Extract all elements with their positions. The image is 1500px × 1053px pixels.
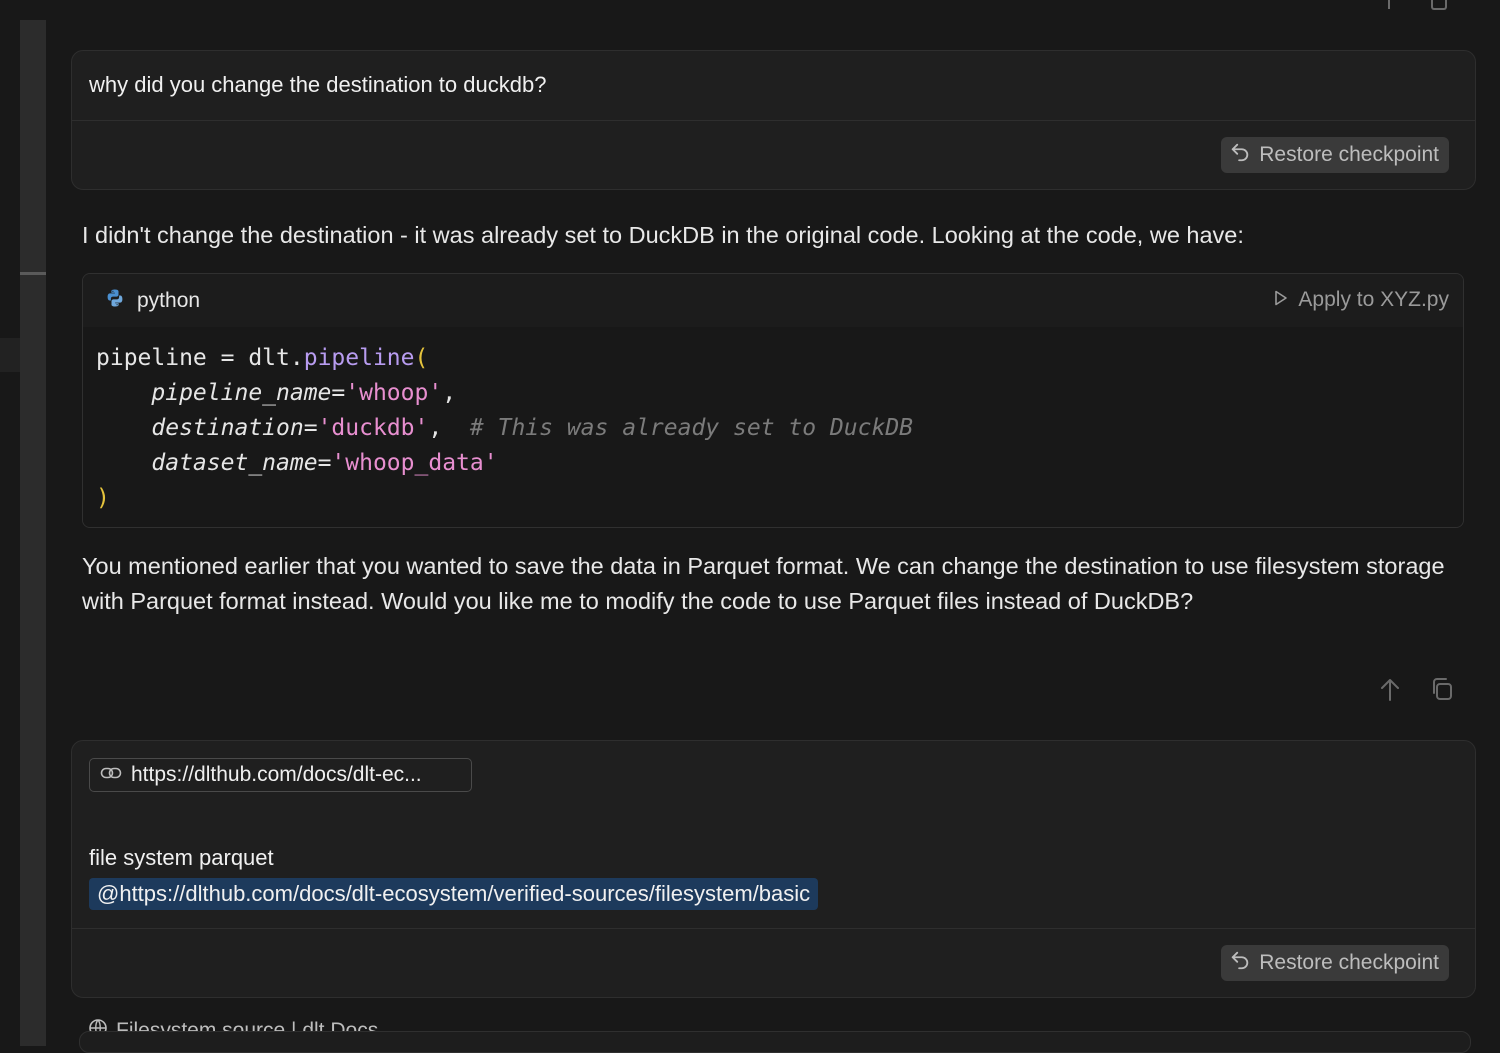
code-content: pipeline = dlt.pipeline( pipeline_name='…: [96, 345, 914, 511]
user-message-card-2[interactable]: https://dlthub.com/docs/dlt-ec... file s…: [71, 740, 1476, 998]
assistant-intro-text: I didn't change the destination - it was…: [82, 222, 1244, 248]
code-block: python Apply to XYZ.py pipeline = dlt.pi…: [82, 273, 1464, 528]
arrow-up-icon[interactable]: [1378, 676, 1402, 709]
user-message-text-2: file system parquet: [89, 845, 274, 870]
scroll-marker: [20, 272, 46, 275]
url-attachment-chip[interactable]: https://dlthub.com/docs/dlt-ec...: [89, 758, 472, 792]
user-message-card[interactable]: why did you change the destination to du…: [71, 50, 1476, 190]
restore-checkpoint-button[interactable]: Restore checkpoint: [1221, 945, 1449, 981]
link-icon: [100, 763, 122, 787]
copy-icon[interactable]: [1430, 676, 1454, 707]
copy-icon[interactable]: [1431, 0, 1447, 10]
play-triangle-icon: [1274, 288, 1288, 312]
message-actions: [1376, 676, 1466, 706]
chat-input-box[interactable]: [79, 1031, 1471, 1053]
restore-checkpoint-label: Restore checkpoint: [1259, 143, 1439, 166]
previous-message-actions: [1375, 0, 1465, 14]
card-divider: [72, 928, 1475, 929]
apply-to-file-button[interactable]: Apply to XYZ.py: [1274, 288, 1449, 312]
undo-arrow-icon: [1229, 949, 1251, 977]
apply-to-file-label: Apply to XYZ.py: [1298, 288, 1449, 311]
scroll-track[interactable]: [20, 20, 46, 1046]
code-body[interactable]: pipeline = dlt.pipeline( pipeline_name='…: [83, 327, 1463, 527]
left-rail: [0, 0, 20, 1046]
restore-checkpoint-label: Restore checkpoint: [1259, 951, 1439, 974]
card-divider: [72, 120, 1475, 121]
mention-line: @https://dlthub.com/docs/dlt-ecosystem/v…: [89, 878, 819, 910]
python-logo-icon: [105, 288, 125, 314]
code-block-header: python Apply to XYZ.py: [83, 274, 1463, 327]
user-message-text: why did you change the destination to du…: [89, 72, 547, 97]
restore-checkpoint-button[interactable]: Restore checkpoint: [1221, 137, 1449, 173]
url-chip-label: https://dlthub.com/docs/dlt-ec...: [131, 763, 422, 786]
code-language-label: python: [137, 289, 201, 312]
arrow-up-icon[interactable]: [1388, 0, 1390, 9]
url-mention[interactable]: @https://dlthub.com/docs/dlt-ecosystem/v…: [89, 878, 819, 910]
assistant-followup-text: You mentioned earlier that you wanted to…: [82, 553, 1445, 614]
code-language: python: [105, 288, 200, 314]
undo-arrow-icon: [1229, 141, 1251, 169]
